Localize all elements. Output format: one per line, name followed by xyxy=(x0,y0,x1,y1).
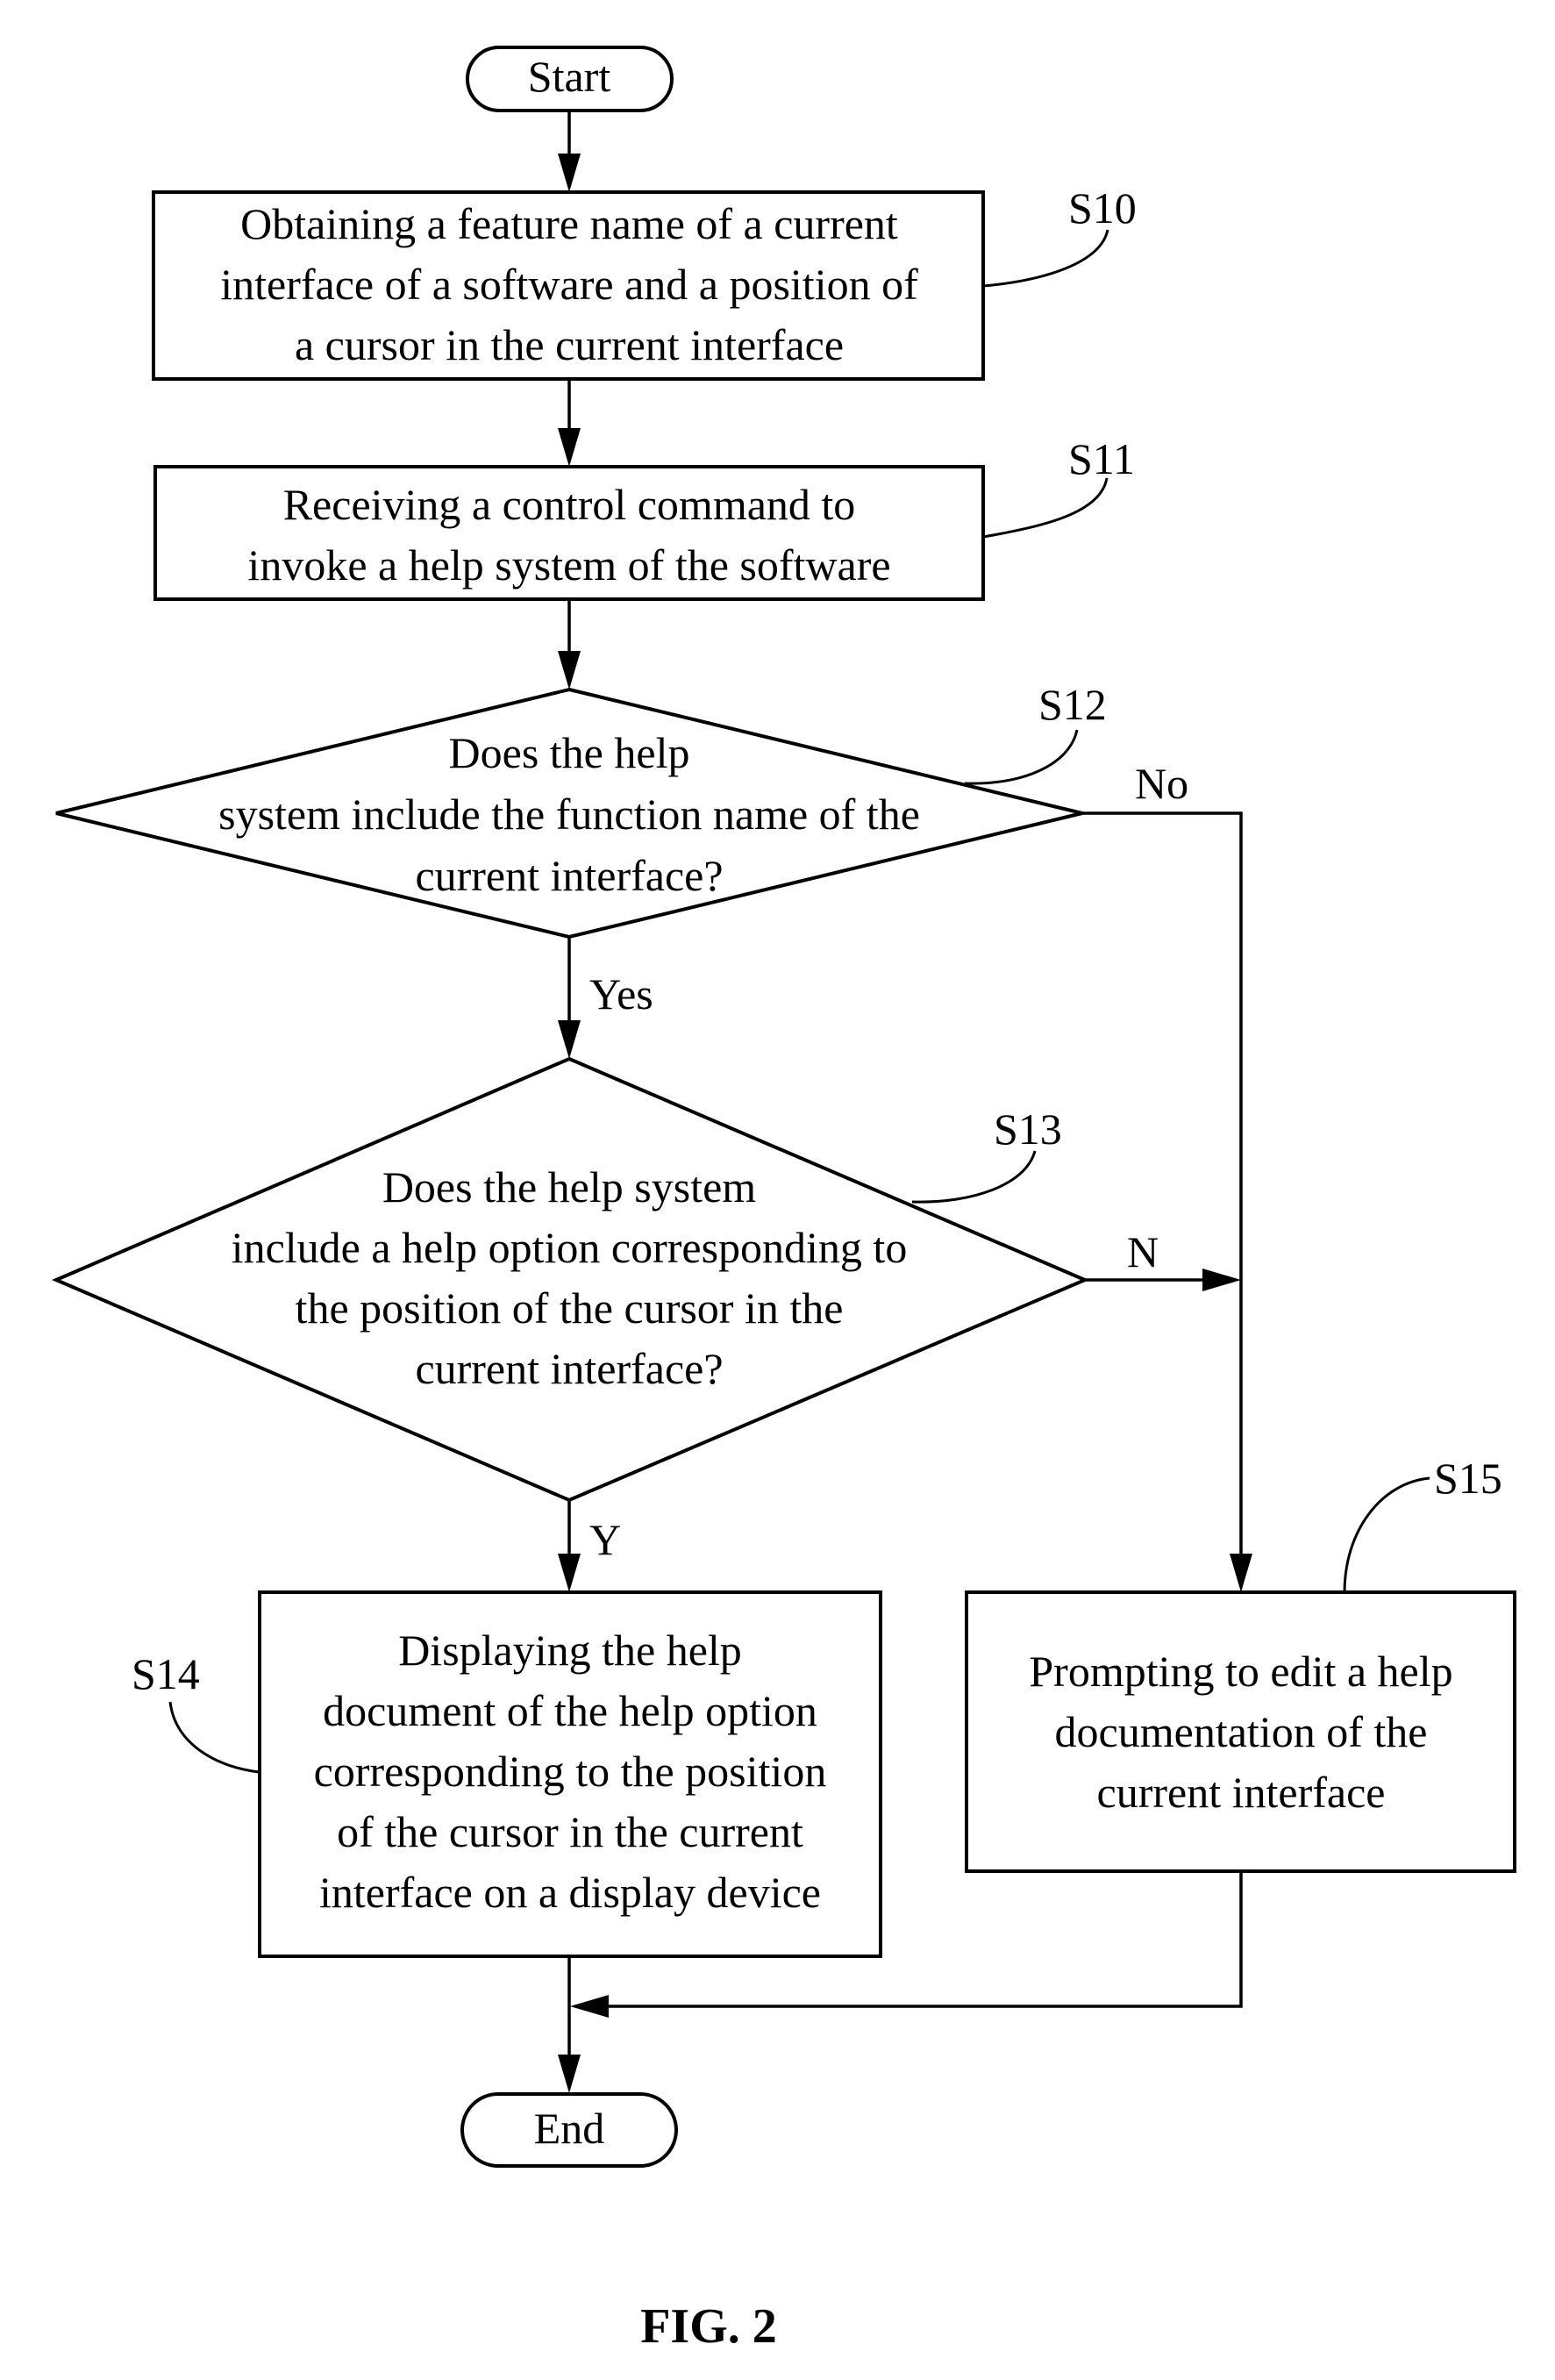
arrowhead-icon xyxy=(558,154,581,192)
s13-ref: S13 xyxy=(994,1104,1062,1154)
start-label: Start xyxy=(528,52,611,101)
s10-line-2: interface of a software and a position o… xyxy=(220,260,918,309)
s11-ref: S11 xyxy=(1068,434,1135,483)
arrowhead-icon xyxy=(570,1995,609,2018)
s14-line-2: document of the help option xyxy=(323,1686,817,1735)
end-terminal: End xyxy=(460,2092,678,2168)
s10-ref: S10 xyxy=(1068,183,1137,232)
arrowhead-icon xyxy=(558,651,581,690)
flowchart: Start Obtaining a feature name of a curr… xyxy=(51,46,1516,2354)
s14-line-5: interface on a display device xyxy=(319,1868,821,1917)
s13-yes-label: Y xyxy=(589,1515,621,1564)
s12-line-3: current interface? xyxy=(415,851,723,900)
s12-leader xyxy=(964,729,1079,785)
arrowhead-icon xyxy=(1230,1554,1252,1592)
start-terminal: Start xyxy=(466,46,674,112)
s13-line-3: the position of the cursor in the xyxy=(296,1283,844,1333)
s14-leader xyxy=(168,1701,260,1774)
s15-line-2: documentation of the xyxy=(1055,1707,1428,1756)
s14-line-4: of the cursor in the current xyxy=(337,1807,803,1856)
step-s14: Displaying the help document of the help… xyxy=(132,1590,882,1958)
s15-ref: S15 xyxy=(1434,1454,1502,1503)
arrowhead-icon xyxy=(1202,1269,1241,1291)
step-s10: Obtaining a feature name of a current in… xyxy=(152,183,1137,381)
s11-line-2: invoke a help system of the software xyxy=(247,540,890,590)
s12-no-label: No xyxy=(1135,759,1188,808)
s10-line-3: a cursor in the current interface xyxy=(295,320,844,369)
s11-line-1: Receiving a control command to xyxy=(283,480,856,529)
arrowhead-icon xyxy=(558,2055,581,2093)
s13-diamond xyxy=(51,1056,1090,1503)
s10-line-1: Obtaining a feature name of a current xyxy=(240,199,898,248)
decision-s13: Does the help system include a help opti… xyxy=(51,1056,1159,1564)
decision-s12: Does the help system include the functio… xyxy=(55,680,1188,1018)
arrowhead-icon xyxy=(558,1554,581,1592)
s14-ref: S14 xyxy=(132,1649,200,1698)
s15-leader xyxy=(1343,1476,1430,1593)
s12-yes-label: Yes xyxy=(589,969,653,1018)
s15-line-1: Prompting to edit a help xyxy=(1029,1647,1452,1696)
step-s11: Receiving a control command to invoke a … xyxy=(153,434,1135,601)
s14-line-3: corresponding to the position xyxy=(314,1747,827,1796)
s12-line-2: system include the function name of the xyxy=(218,790,920,839)
arrowhead-icon xyxy=(558,1020,581,1059)
s13-line-4: current interface? xyxy=(415,1344,723,1393)
s11-leader xyxy=(982,477,1109,539)
s13-no-label: N xyxy=(1127,1227,1159,1276)
end-label: End xyxy=(534,2104,605,2153)
s12-line-1: Does the help xyxy=(449,728,690,777)
s12-ref: S12 xyxy=(1038,680,1107,729)
figure-caption: FIG. 2 xyxy=(640,2299,777,2354)
s13-leader xyxy=(911,1150,1037,1204)
arrow-s12-no xyxy=(1082,811,1243,1570)
s15-line-3: current interface xyxy=(1097,1768,1386,1817)
s10-leader xyxy=(982,229,1109,288)
arrowhead-icon xyxy=(558,428,581,467)
s13-line-1: Does the help system xyxy=(382,1162,756,1211)
s13-line-2: include a help option corresponding to xyxy=(232,1223,908,1272)
s14-line-1: Displaying the help xyxy=(398,1626,742,1675)
